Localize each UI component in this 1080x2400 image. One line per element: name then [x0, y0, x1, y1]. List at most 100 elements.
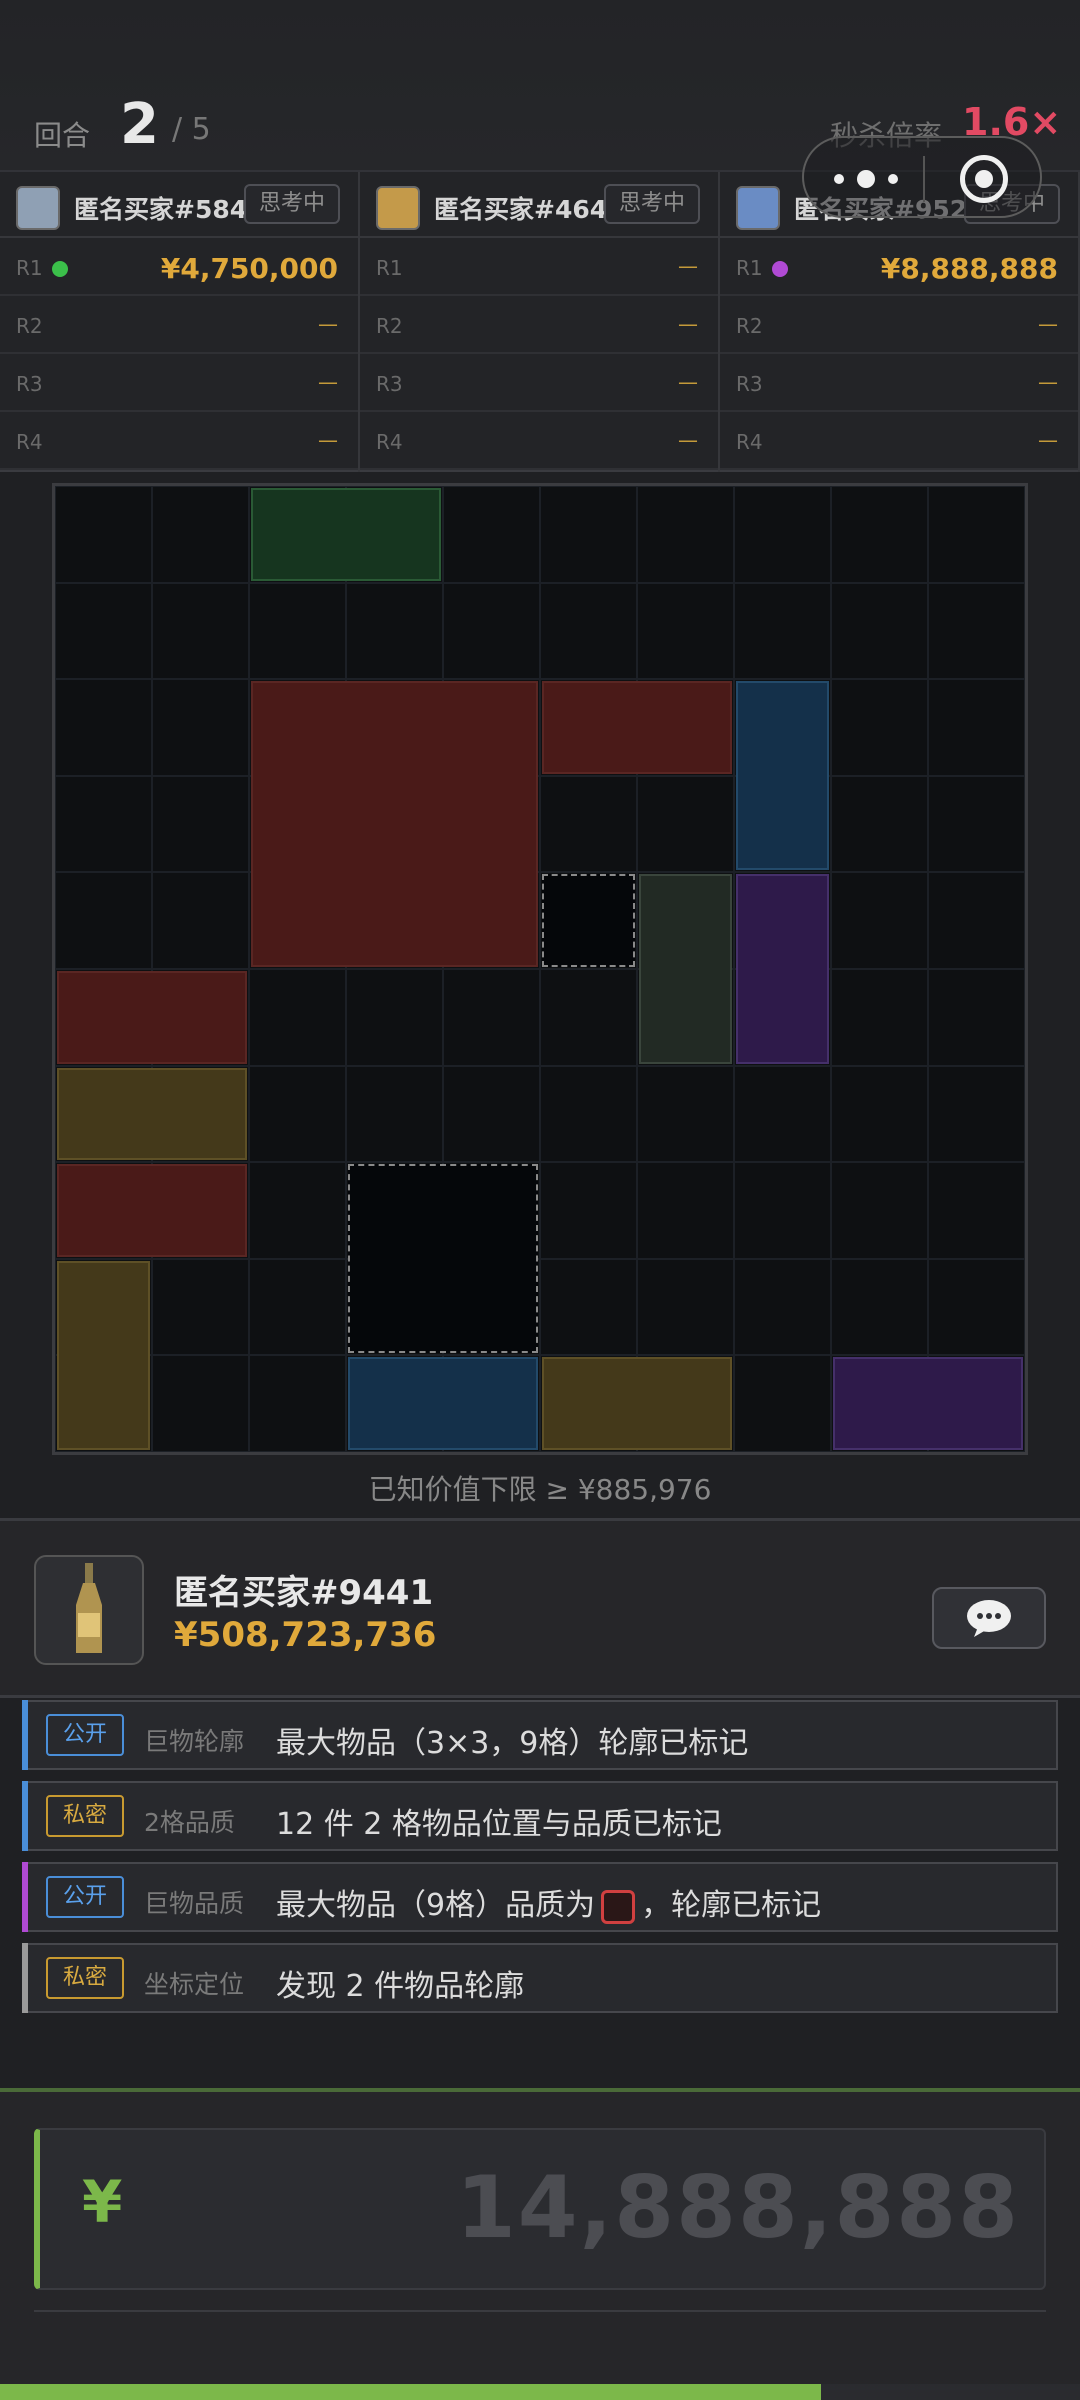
board-cell[interactable] [540, 486, 637, 583]
board-cell[interactable] [831, 1065, 928, 1163]
board-cell[interactable] [928, 872, 1025, 969]
board-cell[interactable] [152, 872, 249, 969]
board-cell[interactable] [152, 1258, 249, 1356]
board-cell[interactable] [443, 486, 540, 583]
board-item-red[interactable] [57, 1164, 247, 1257]
clue-text: 发现 2 件物品轮廓 [276, 1969, 525, 2004]
board-item-gold[interactable] [57, 1260, 150, 1450]
board-cell[interactable] [152, 486, 249, 583]
board-cell[interactable] [928, 775, 1025, 873]
clue-category: 坐标定位 [144, 1970, 245, 1999]
board-cell[interactable] [928, 679, 1025, 776]
board-cell[interactable] [928, 486, 1025, 583]
item-outline[interactable] [542, 874, 635, 967]
more-icon[interactable] [834, 170, 898, 188]
board-cell[interactable] [831, 775, 928, 873]
board-item-blue[interactable] [348, 1357, 538, 1450]
board-cell[interactable] [55, 775, 152, 873]
board-cell[interactable] [831, 582, 928, 680]
board-cell[interactable] [734, 1355, 831, 1452]
timer-progress-fill [0, 2384, 821, 2400]
chat-bubble-icon [967, 1600, 1011, 1637]
board-cell[interactable] [443, 582, 540, 680]
board-item-blue[interactable] [736, 681, 829, 871]
board-cell[interactable] [734, 1258, 831, 1356]
board-cell[interactable] [443, 1065, 540, 1163]
board-cell[interactable] [928, 969, 1025, 1066]
board-cell[interactable] [637, 486, 734, 583]
item-outline[interactable] [348, 1164, 538, 1354]
board-cell[interactable] [540, 1258, 637, 1356]
board-cell[interactable] [734, 582, 831, 680]
board-cell[interactable] [637, 1258, 734, 1356]
clue-category: 巨物轮廓 [144, 1727, 245, 1756]
bid-status-dot [52, 261, 68, 277]
board-item-gold[interactable] [542, 1357, 732, 1450]
close-target-icon[interactable] [960, 155, 1008, 203]
board-cell[interactable] [249, 1162, 346, 1259]
board-cell[interactable] [734, 486, 831, 583]
quality-swatch-icon [601, 1889, 636, 1924]
board-item-purple[interactable] [736, 874, 829, 1064]
bid-amount: — [318, 312, 338, 336]
board-item-green[interactable] [251, 488, 441, 581]
board-cell[interactable] [249, 969, 346, 1066]
board-cell[interactable] [443, 969, 540, 1066]
board-cell[interactable] [928, 1162, 1025, 1259]
value-lower-bound: 已知价值下限 ≥ ¥885,976 [368, 1473, 712, 1506]
board-cell[interactable] [152, 582, 249, 680]
board-cell[interactable] [637, 582, 734, 680]
buyer-header: 匿名买家#464 思考中 [360, 172, 718, 238]
board-cell[interactable] [928, 1065, 1025, 1163]
board-cell[interactable] [152, 679, 249, 776]
bid-round-label: R4 [376, 430, 403, 454]
board-cell[interactable] [55, 582, 152, 680]
chat-button[interactable] [932, 1587, 1046, 1649]
board-item-gold[interactable] [57, 1067, 247, 1161]
clue-tag: 公开 [46, 1714, 124, 1756]
board-cell[interactable] [928, 1258, 1025, 1356]
board-item-red[interactable] [57, 971, 247, 1064]
board-cell[interactable] [55, 679, 152, 776]
bid-input[interactable]: ¥ 14,888,888 [34, 2128, 1046, 2290]
board-cell[interactable] [734, 1162, 831, 1259]
board-cell[interactable] [249, 582, 346, 680]
board-cell[interactable] [249, 1258, 346, 1356]
board-cell[interactable] [249, 1065, 346, 1163]
board-cell[interactable] [346, 969, 443, 1066]
board-cell[interactable] [831, 872, 928, 969]
board-cell[interactable] [540, 1162, 637, 1259]
bid-row: R2 — [360, 298, 718, 354]
buyer-column: 匿名买家#464 思考中 R1 — R2 — R3 — R4 — [360, 172, 720, 472]
board-item-purple[interactable] [833, 1357, 1023, 1450]
buyer-name: 匿名买家#584 [74, 195, 244, 224]
board-cell[interactable] [637, 775, 734, 873]
board-cell[interactable] [831, 679, 928, 776]
board-cell[interactable] [152, 775, 249, 873]
board-cell[interactable] [540, 969, 637, 1066]
board-cell[interactable] [928, 582, 1025, 680]
board-cell[interactable] [831, 1258, 928, 1356]
board-cell[interactable] [346, 1065, 443, 1163]
board-cell[interactable] [831, 1162, 928, 1259]
clue-item: 私密 坐标定位 发现 2 件物品轮廓 [22, 1943, 1058, 2013]
board-cell[interactable] [540, 775, 637, 873]
board-cell[interactable] [152, 1355, 249, 1452]
board-cell[interactable] [637, 1065, 734, 1163]
board-cell[interactable] [55, 486, 152, 583]
board-cell[interactable] [249, 1355, 346, 1452]
board-cell[interactable] [831, 969, 928, 1066]
board-cell[interactable] [346, 582, 443, 680]
buyer-avatar [16, 186, 60, 230]
buyer-status-badge: 思考中 [604, 184, 700, 224]
board-item-red[interactable] [542, 681, 732, 774]
board-cell[interactable] [540, 1065, 637, 1163]
bid-row: R2 — [720, 298, 1078, 354]
board-item-red[interactable] [251, 681, 538, 967]
board-cell[interactable] [831, 486, 928, 583]
board-item-gray[interactable] [639, 874, 732, 1064]
board-cell[interactable] [540, 582, 637, 680]
board-cell[interactable] [55, 872, 152, 969]
board-cell[interactable] [637, 1162, 734, 1259]
board-cell[interactable] [734, 1065, 831, 1163]
